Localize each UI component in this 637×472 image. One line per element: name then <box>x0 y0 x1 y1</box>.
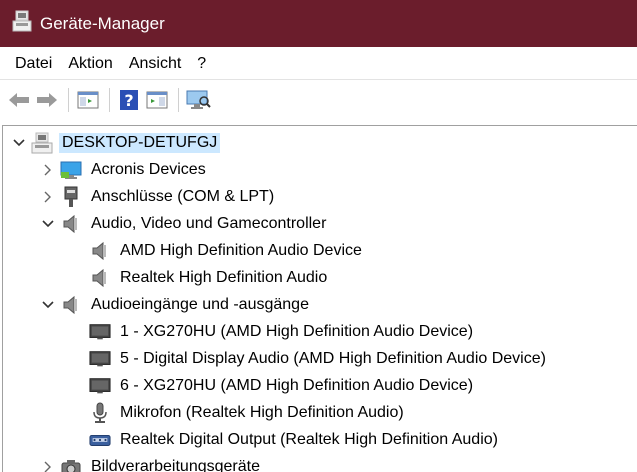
scan-hardware-button[interactable] <box>185 86 211 114</box>
arrow-left-icon <box>9 92 29 107</box>
device-tree[interactable]: DESKTOP-DETUFGJ Acronis Devices Anschlüs… <box>2 125 637 472</box>
chevron-right-icon[interactable] <box>40 162 56 178</box>
monitor-icon <box>60 159 82 181</box>
tree-item-xg270hu-1[interactable]: 1 - XG270HU (AMD High Definition Audio D… <box>89 318 476 345</box>
speaker-icon <box>89 240 111 262</box>
speaker-icon <box>60 294 82 316</box>
toolbar-separator <box>68 87 69 112</box>
properties-button[interactable] <box>144 86 170 114</box>
chevron-down-icon[interactable] <box>40 216 56 232</box>
toolbar-separator <box>178 87 179 112</box>
tree-item-audio-video-gamecontroller[interactable]: Audio, Video und Gamecontroller <box>40 210 329 237</box>
scan-monitor-icon <box>186 90 211 109</box>
port-icon <box>60 186 82 208</box>
tree-item-anschluesse[interactable]: Anschlüsse (COM & LPT) <box>40 183 277 210</box>
action-pane-icon <box>146 91 168 108</box>
chevron-down-icon[interactable] <box>11 135 27 151</box>
back-button[interactable] <box>6 86 32 114</box>
arrow-right-icon <box>37 92 57 107</box>
menu-ansicht[interactable]: Ansicht <box>121 47 189 80</box>
forward-button[interactable] <box>34 86 60 114</box>
svg-text:?: ? <box>124 91 133 110</box>
tree-item-mikrofon[interactable]: Mikrofon (Realtek High Definition Audio) <box>89 399 407 426</box>
display-icon <box>89 348 111 370</box>
tree-item-amd-hd-audio-device[interactable]: AMD High Definition Audio Device <box>89 237 365 264</box>
speaker-icon <box>89 267 111 289</box>
title-bar[interactable]: Geräte-Manager <box>0 0 637 47</box>
speaker-icon <box>60 213 82 235</box>
tree-item-acronis-devices[interactable]: Acronis Devices <box>40 156 209 183</box>
show-hide-console-tree-button[interactable] <box>75 86 101 114</box>
device-manager-icon <box>12 10 32 37</box>
digital-output-icon <box>89 429 111 451</box>
tree-item-realtek-digital-output[interactable]: Realtek Digital Output (Realtek High Def… <box>89 426 501 453</box>
chevron-right-icon[interactable] <box>40 189 56 205</box>
menu-aktion[interactable]: Aktion <box>60 47 120 80</box>
menu-bar: Datei Aktion Ansicht ? <box>0 47 637 80</box>
console-tree-icon <box>77 91 99 108</box>
tree-root[interactable]: DESKTOP-DETUFGJ <box>11 129 221 156</box>
display-icon <box>89 321 111 343</box>
chevron-right-icon[interactable] <box>40 459 56 472</box>
toolbar: ? <box>0 81 637 118</box>
toolbar-separator <box>109 87 110 112</box>
tree-item-audioeingaenge-ausgaenge[interactable]: Audioeingänge und -ausgänge <box>40 291 312 318</box>
tree-root-label: DESKTOP-DETUFGJ <box>59 132 221 153</box>
help-button[interactable]: ? <box>116 86 142 114</box>
menu-help[interactable]: ? <box>189 47 214 80</box>
help-icon: ? <box>120 89 138 110</box>
camera-icon <box>60 456 82 472</box>
tree-item-realtek-hd-audio[interactable]: Realtek High Definition Audio <box>89 264 330 291</box>
menu-datei[interactable]: Datei <box>7 47 60 80</box>
tree-item-xg270hu-6[interactable]: 6 - XG270HU (AMD High Definition Audio D… <box>89 372 476 399</box>
computer-icon <box>31 132 53 154</box>
window-title: Geräte-Manager <box>40 13 165 33</box>
chevron-down-icon[interactable] <box>40 297 56 313</box>
tree-item-bildverarbeitungsgeraete[interactable]: Bildverarbeitungsgeräte <box>40 453 263 472</box>
microphone-icon <box>89 402 111 424</box>
tree-item-digital-display-audio-5[interactable]: 5 - Digital Display Audio (AMD High Defi… <box>89 345 549 372</box>
display-icon <box>89 375 111 397</box>
